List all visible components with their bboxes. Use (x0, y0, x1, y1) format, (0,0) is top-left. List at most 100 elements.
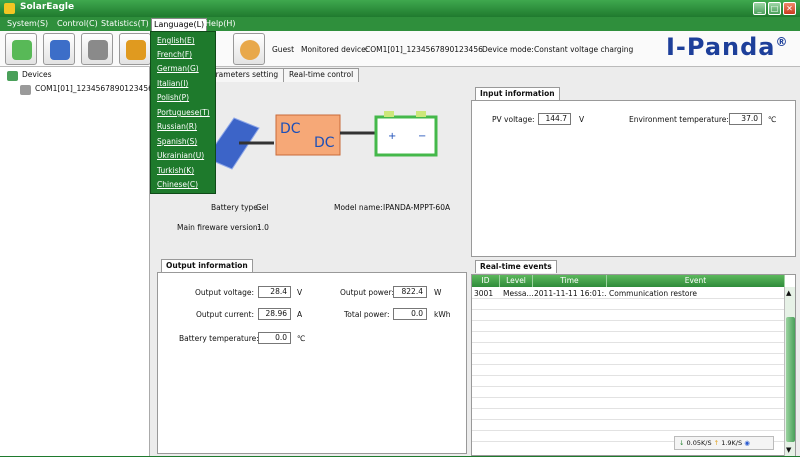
lang-turkish[interactable]: Turkish(K) (157, 166, 194, 175)
table-row[interactable] (472, 366, 785, 376)
table-row[interactable] (472, 355, 785, 365)
menu-statistics[interactable]: Statistics(T) (99, 18, 151, 31)
table-row[interactable] (472, 388, 785, 398)
connect-button[interactable] (43, 33, 75, 65)
col-id[interactable]: ID (472, 275, 500, 287)
total-power-unit: kWh (434, 310, 451, 319)
lang-english[interactable]: English(E) (157, 36, 195, 45)
output-current-label: Output current: (196, 310, 255, 319)
network-speed-widget: ↓ 0.05K/S ↑ 1.9K/S ◉ (674, 436, 774, 450)
download-speed: 0.05K/S (686, 439, 712, 447)
output-voltage-unit: V (297, 288, 303, 297)
pv-voltage-field: 144.7 (538, 113, 571, 125)
table-row[interactable] (472, 311, 785, 321)
window-title: SolarEagle (20, 2, 75, 12)
tree-device-item[interactable]: COM1[01]_1234567890123456 (35, 84, 153, 93)
tools-button[interactable] (81, 33, 113, 65)
output-power-field: 822.4 (393, 286, 427, 298)
input-info-title: Input information (475, 87, 560, 100)
brand-logo: I-Panda® (666, 33, 789, 61)
total-power-field: 0.0 (393, 308, 427, 320)
upload-arrow-icon: ↑ (713, 439, 720, 447)
lang-polish[interactable]: Polish(P) (157, 93, 189, 102)
output-current-field: 28.96 (258, 308, 291, 320)
scroll-thumb[interactable] (786, 317, 795, 442)
gear-icon (126, 40, 146, 60)
lang-french[interactable]: French(F) (157, 50, 192, 59)
events-scrollbar[interactable]: ▲ ▼ (784, 287, 795, 456)
dc-label-bottom: DC (314, 135, 335, 151)
table-row[interactable] (472, 410, 785, 420)
battery-type-label: Battery type: (211, 203, 261, 212)
output-info-title: Output information (161, 259, 253, 272)
battery-minus: − (418, 131, 427, 142)
events-title: Real-time events (475, 260, 557, 273)
toolbar: Guest Monitored device: COM1[01]_1234567… (0, 31, 800, 67)
minimize-button[interactable]: _ (753, 2, 766, 15)
env-temp-unit: ℃ (768, 115, 777, 124)
cell-time: 2011-11-11 16:01:... (534, 289, 606, 298)
lang-ukrainian[interactable]: Ukrainian(U) (157, 151, 204, 160)
house-icon (12, 40, 32, 60)
devices-icon (7, 71, 18, 81)
events-table: ID Level Time Event 3001 Messa... 2011-1… (471, 274, 796, 456)
pv-voltage-label: PV voltage: (492, 115, 535, 124)
table-row[interactable] (472, 399, 785, 409)
tab-parameters-setting[interactable]: arameters setting (205, 68, 285, 82)
scroll-down-icon[interactable]: ▼ (786, 446, 791, 454)
tab-real-time-control[interactable]: Real-time control (283, 68, 360, 82)
table-row[interactable] (472, 333, 785, 343)
battery-terminal-neg (416, 111, 426, 117)
input-info-panel: PV voltage: 144.7 V Environment temperat… (471, 100, 796, 257)
users-button[interactable] (233, 33, 265, 65)
cell-event: Communication restore (609, 289, 698, 298)
lang-chinese[interactable]: Chinese(C) (157, 180, 198, 189)
output-voltage-label: Output voltage: (195, 288, 254, 297)
maximize-button[interactable]: □ (768, 2, 781, 15)
users-icon (240, 40, 260, 60)
lang-russian[interactable]: Russian(R) (157, 122, 197, 131)
firmware-value: 1.0 (257, 223, 269, 232)
menu-control[interactable]: Control(C) (55, 18, 100, 31)
monitor-icon (50, 40, 70, 60)
table-row[interactable] (472, 344, 785, 354)
device-icon (20, 85, 31, 95)
battery-temp-unit: ℃ (297, 334, 306, 343)
table-row[interactable]: 3001 Messa... 2011-11-11 16:01:... Commu… (472, 289, 785, 299)
table-row[interactable] (472, 377, 785, 387)
cell-id: 3001 (474, 289, 494, 298)
env-temp-field: 37.0 (729, 113, 762, 125)
lang-german[interactable]: German(G) (157, 64, 199, 73)
settings-button[interactable] (119, 33, 151, 65)
output-voltage-field: 28.4 (258, 286, 291, 298)
col-time[interactable]: Time (533, 275, 607, 287)
menu-system[interactable]: System(S) (5, 18, 50, 31)
scroll-up-icon[interactable]: ▲ (786, 289, 791, 297)
tools-icon (88, 40, 108, 60)
menu-help[interactable]: Help(H) (203, 18, 238, 31)
col-level[interactable]: Level (500, 275, 533, 287)
browser-icon: ◉ (744, 439, 750, 447)
monitored-device-value: COM1[01]_1234567890123456 (365, 45, 483, 54)
model-name-value: IPANDA-MPPT-60A (383, 203, 451, 212)
lang-spanish[interactable]: Spanish(S) (157, 137, 197, 146)
monitored-device-label: Monitored device: (301, 45, 369, 54)
output-current-unit: A (297, 310, 303, 319)
menu-language[interactable]: Language(L) (151, 18, 208, 31)
col-event[interactable]: Event (607, 275, 785, 287)
table-row[interactable] (472, 322, 785, 332)
download-arrow-icon: ↓ (679, 439, 685, 447)
device-mode-value: Constant voltage charging (534, 45, 634, 54)
table-row[interactable] (472, 421, 785, 431)
device-mode-label: Device mode: (482, 45, 534, 54)
home-button[interactable] (5, 33, 37, 65)
table-row[interactable] (472, 300, 785, 310)
pv-voltage-unit: V (579, 115, 585, 124)
close-button[interactable]: ✕ (783, 2, 796, 15)
lang-portuguese[interactable]: Portuguese(T) (157, 108, 210, 117)
dc-label-top: DC (280, 121, 301, 137)
battery-type-value: Gel (256, 203, 269, 212)
tree-root-devices[interactable]: Devices (22, 70, 52, 79)
battery-plus: + (388, 131, 397, 142)
lang-italian[interactable]: Italian(I) (157, 79, 188, 88)
